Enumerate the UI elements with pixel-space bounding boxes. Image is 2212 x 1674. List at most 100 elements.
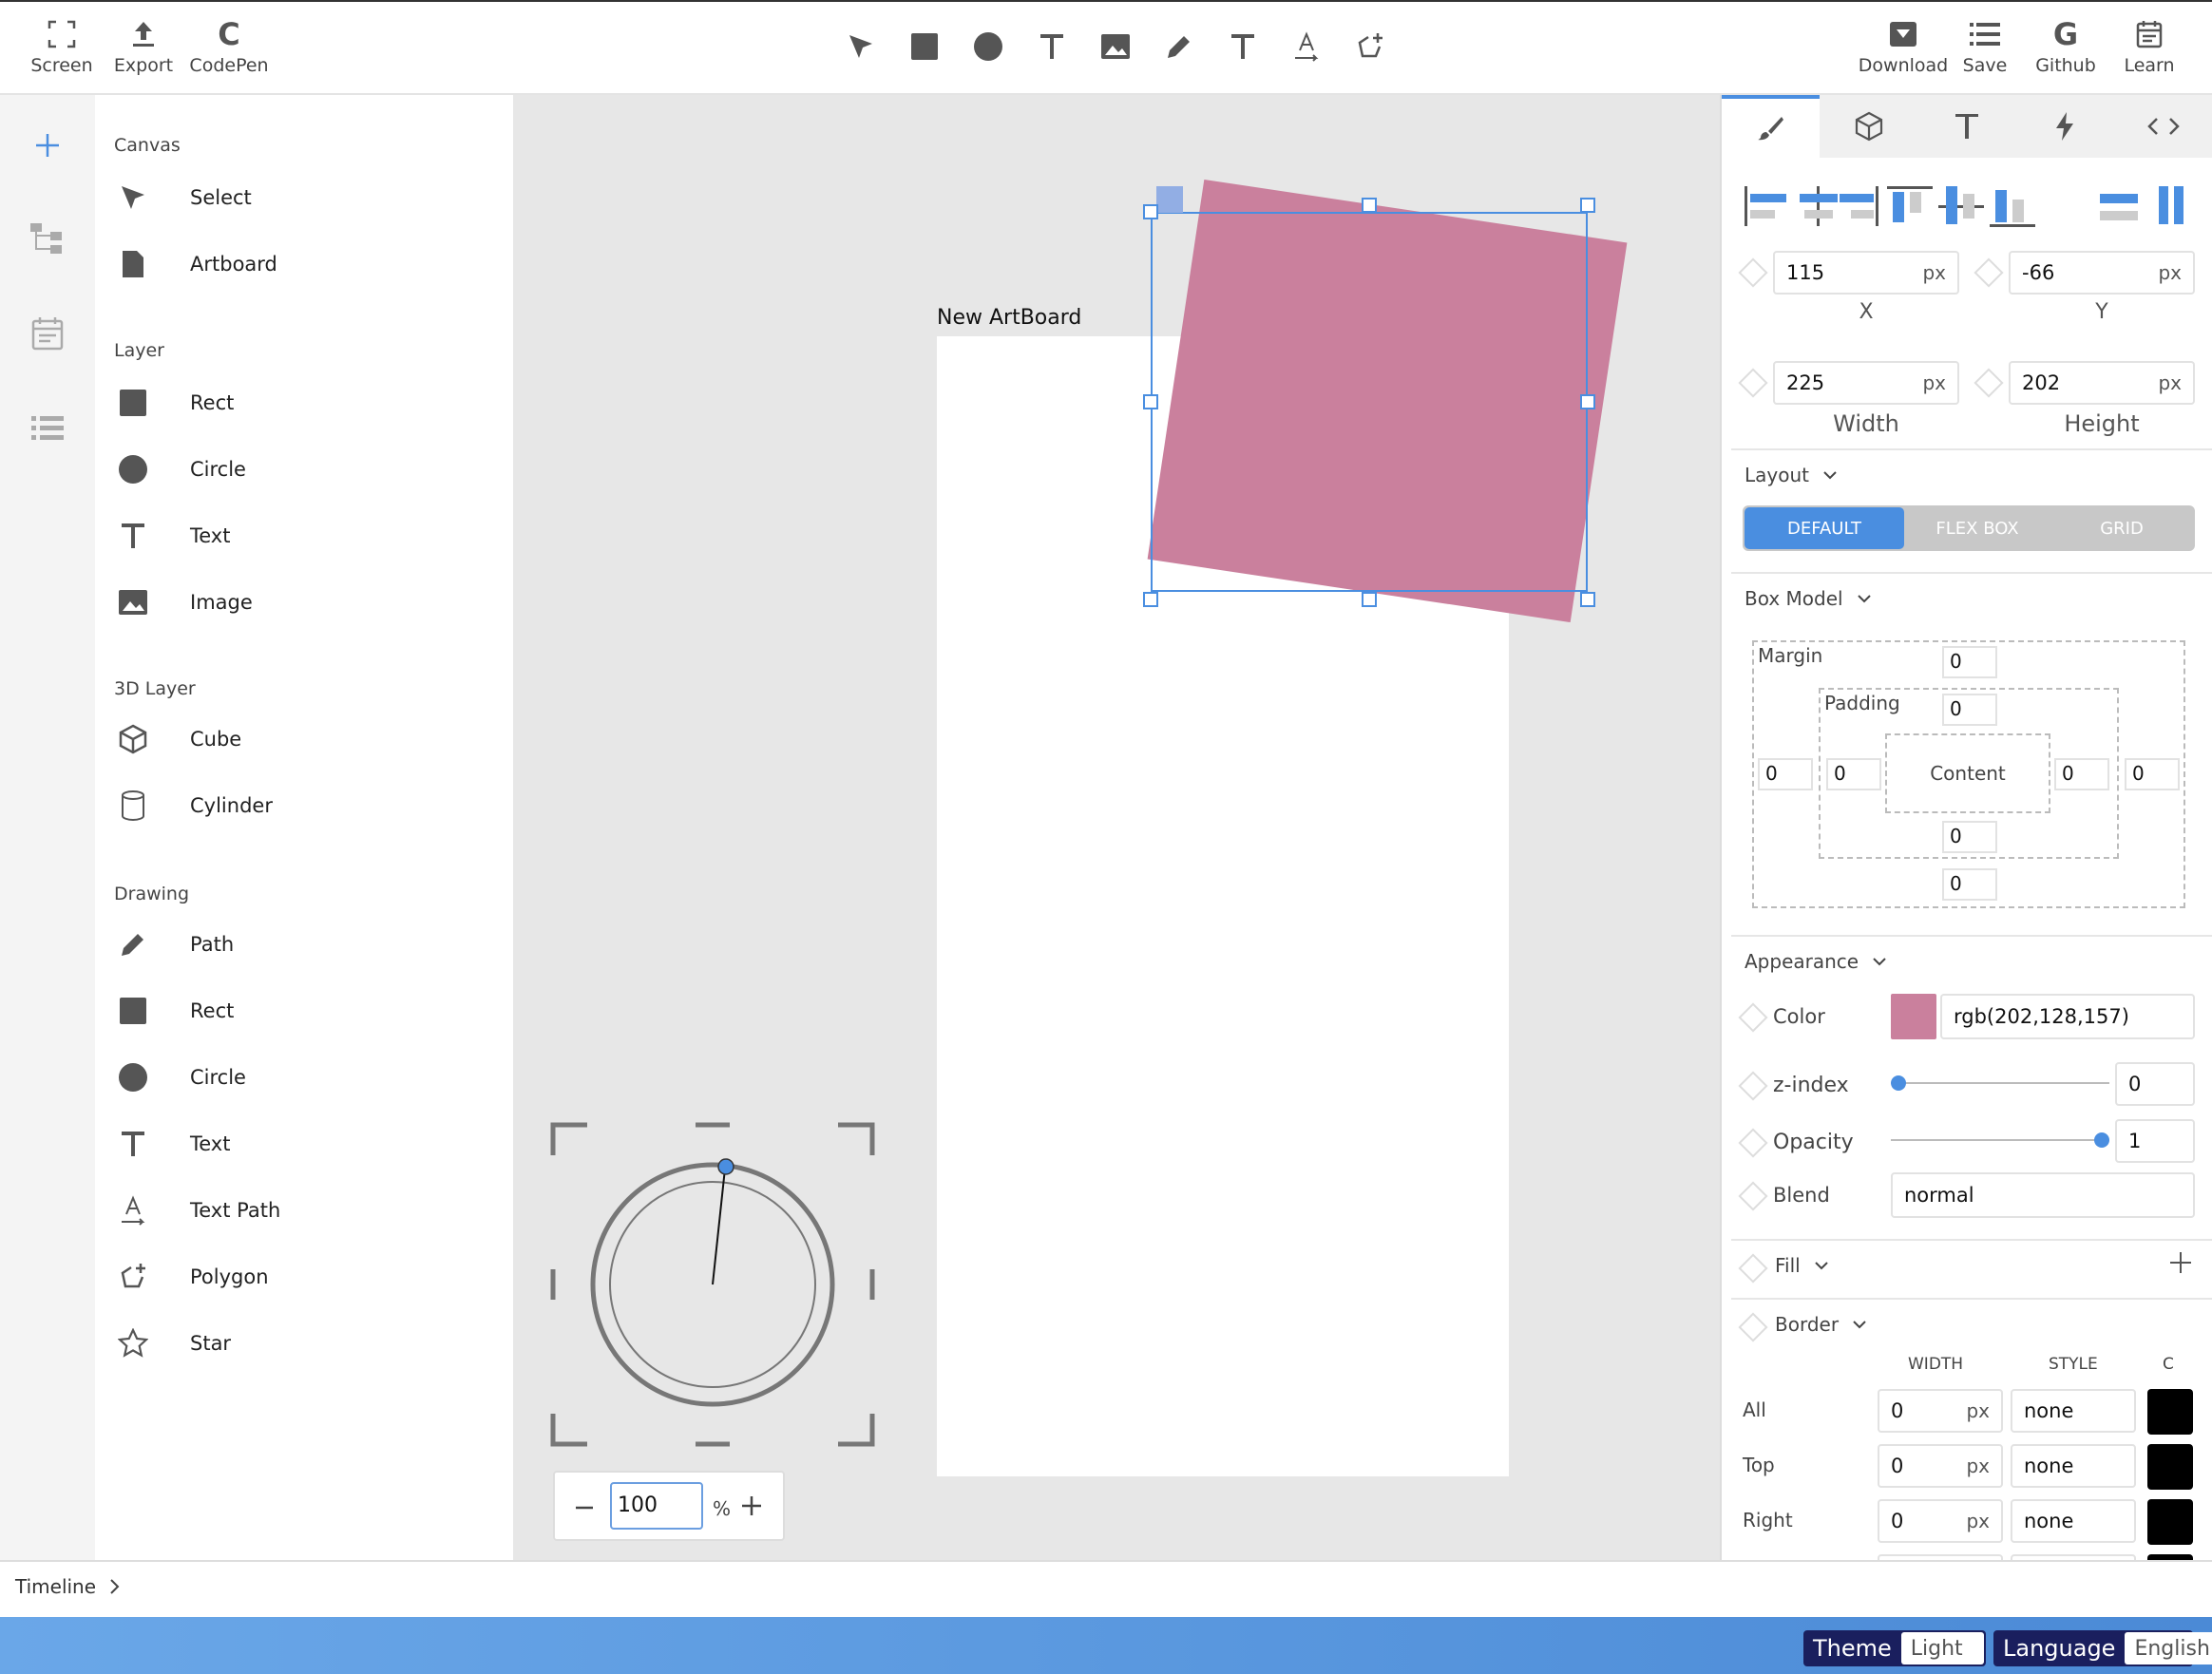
height-keyframe-diamond[interactable] xyxy=(1974,368,2004,398)
padding-right-input[interactable]: 0 xyxy=(2054,758,2109,790)
height-input[interactable]: 202 px xyxy=(2009,361,2195,405)
item-path[interactable]: Path xyxy=(114,916,494,973)
resize-handle-w[interactable] xyxy=(1143,394,1158,409)
margin-right-input[interactable]: 0 xyxy=(2125,758,2180,790)
padding-bottom-input[interactable]: 0 xyxy=(1942,821,1997,853)
color-input[interactable]: rgb(202,128,157) xyxy=(1940,994,2195,1039)
resize-handle-nw[interactable] xyxy=(1143,204,1158,219)
zoom-in-button[interactable] xyxy=(737,1492,766,1520)
image-icon[interactable] xyxy=(1092,23,1139,70)
opacity-slider-track[interactable] xyxy=(1891,1139,2109,1141)
margin-left-input[interactable]: 0 xyxy=(1758,758,1813,790)
zindex-slider-thumb[interactable] xyxy=(1891,1075,1906,1091)
x-input[interactable]: 115 px xyxy=(1773,251,1959,295)
border-keyframe-diamond[interactable] xyxy=(1738,1312,1768,1342)
circle-icon[interactable] xyxy=(964,23,1012,70)
zindex-slider-track[interactable] xyxy=(1891,1082,2109,1084)
align-toolbar[interactable] xyxy=(1745,182,2201,230)
border-right-color-swatch[interactable] xyxy=(2147,1499,2193,1545)
zoom-out-button[interactable] xyxy=(570,1493,599,1522)
github-button[interactable]: G Github xyxy=(2025,15,2107,84)
y-input[interactable]: -66 px xyxy=(2009,251,2195,295)
item-select[interactable]: Select xyxy=(114,169,494,226)
border-top-style-select[interactable]: none xyxy=(2011,1444,2136,1488)
border-all-width-input[interactable]: 0 px xyxy=(1878,1389,2003,1433)
text-icon[interactable] xyxy=(1219,23,1267,70)
padding-left-input[interactable]: 0 xyxy=(1826,758,1881,790)
resize-handle-ne[interactable] xyxy=(1580,198,1595,213)
blend-keyframe-diamond[interactable] xyxy=(1738,1181,1768,1211)
width-keyframe-diamond[interactable] xyxy=(1738,368,1768,398)
x-keyframe-diamond[interactable] xyxy=(1738,257,1768,288)
rotation-dial[interactable] xyxy=(549,1121,876,1448)
zoom-input[interactable]: 100 xyxy=(610,1482,703,1530)
list-panel-button[interactable] xyxy=(24,405,71,452)
margin-bottom-input[interactable]: 0 xyxy=(1942,868,1997,901)
item-draw-text[interactable]: Text xyxy=(114,1115,494,1172)
canvas-area[interactable]: New ArtBoard 100 % xyxy=(513,95,1720,1560)
save-button[interactable]: Save xyxy=(1944,15,2026,84)
select-arrow-icon[interactable] xyxy=(837,23,885,70)
screen-button[interactable]: Screen xyxy=(21,15,103,84)
border-all-style-select[interactable]: none xyxy=(2011,1389,2136,1433)
item-text[interactable]: Text xyxy=(114,507,494,564)
timeline-toggle[interactable]: Timeline xyxy=(15,1575,121,1598)
layout-option-default[interactable]: DEFAULT xyxy=(1745,507,1904,549)
pencil-icon[interactable] xyxy=(1155,23,1203,70)
blend-select[interactable]: normal xyxy=(1891,1172,2195,1218)
tab-3d[interactable] xyxy=(1820,95,1917,158)
item-star[interactable]: Star xyxy=(114,1315,494,1372)
tab-code[interactable] xyxy=(2113,95,2212,158)
layer-tree-button[interactable] xyxy=(24,215,71,262)
fill-header[interactable]: Fill xyxy=(1775,1254,1829,1277)
resize-handle-sw[interactable] xyxy=(1143,592,1158,607)
resize-handle-e[interactable] xyxy=(1580,394,1595,409)
theme-switch[interactable]: Theme Light xyxy=(1803,1630,1986,1666)
add-layer-button[interactable] xyxy=(24,122,71,169)
polygon-icon[interactable] xyxy=(1346,23,1394,70)
opacity-input[interactable]: 1 xyxy=(2115,1119,2195,1163)
item-draw-circle[interactable]: Circle xyxy=(114,1049,494,1106)
calendar-panel-button[interactable] xyxy=(24,310,71,357)
item-cylinder[interactable]: Cylinder xyxy=(114,777,494,834)
resize-handle-s[interactable] xyxy=(1362,592,1377,607)
rect-icon[interactable] xyxy=(901,23,948,70)
item-polygon[interactable]: Polygon xyxy=(114,1248,494,1305)
language-switch[interactable]: Language English xyxy=(1993,1630,2212,1666)
codepen-button[interactable]: C CodePen xyxy=(188,15,270,84)
item-image[interactable]: Image xyxy=(114,574,494,631)
margin-top-input[interactable]: 0 xyxy=(1942,646,1997,678)
appearance-header[interactable]: Appearance xyxy=(1745,950,1887,973)
add-fill-button[interactable] xyxy=(2168,1250,2193,1275)
border-right-style-select[interactable]: none xyxy=(2011,1499,2136,1543)
rotate-handle[interactable] xyxy=(1156,186,1183,213)
border-right-width-input[interactable]: 0 px xyxy=(1878,1499,2003,1543)
tab-style[interactable] xyxy=(1722,95,1820,158)
width-input[interactable]: 225 px xyxy=(1773,361,1959,405)
item-circle[interactable]: Circle xyxy=(114,441,494,498)
layout-option-grid[interactable]: GRID xyxy=(2049,507,2195,549)
item-draw-rect[interactable]: Rect xyxy=(114,982,494,1039)
box-model-header[interactable]: Box Model xyxy=(1745,587,1872,610)
layout-header[interactable]: Layout xyxy=(1745,464,1838,486)
padding-top-input[interactable]: 0 xyxy=(1942,694,1997,726)
opacity-keyframe-diamond[interactable] xyxy=(1738,1128,1768,1158)
border-top-color-swatch[interactable] xyxy=(2147,1444,2193,1490)
border-all-color-swatch[interactable] xyxy=(2147,1389,2193,1435)
zindex-input[interactable]: 0 xyxy=(2115,1062,2195,1106)
border-header[interactable]: Border xyxy=(1775,1313,1867,1336)
border-top-width-input[interactable]: 0 px xyxy=(1878,1444,2003,1488)
download-button[interactable]: Download xyxy=(1859,15,1948,84)
item-text-path[interactable]: Text Path xyxy=(114,1182,494,1239)
opacity-slider-thumb[interactable] xyxy=(2094,1132,2109,1148)
resize-handle-se[interactable] xyxy=(1580,592,1595,607)
item-rect[interactable]: Rect xyxy=(114,374,494,431)
text-icon[interactable] xyxy=(1028,23,1076,70)
layout-option-flexbox[interactable]: FLEX BOX xyxy=(1906,507,2049,549)
y-keyframe-diamond[interactable] xyxy=(1974,257,2004,288)
resize-handle-n[interactable] xyxy=(1362,198,1377,213)
item-artboard[interactable]: Artboard xyxy=(114,236,494,293)
fill-keyframe-diamond[interactable] xyxy=(1738,1253,1768,1284)
zindex-keyframe-diamond[interactable] xyxy=(1738,1071,1768,1101)
text-path-icon[interactable] xyxy=(1283,23,1330,70)
